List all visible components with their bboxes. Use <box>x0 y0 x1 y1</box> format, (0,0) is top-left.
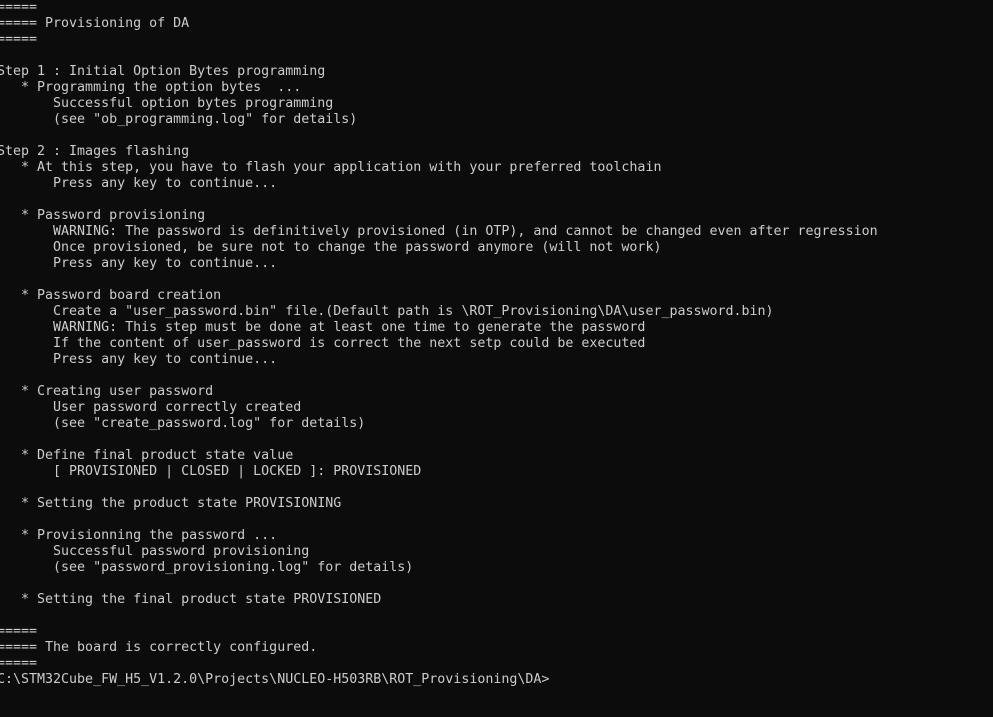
terminal-line: * Provisionning the password ... <box>0 528 278 543</box>
terminal-window[interactable]: ===== ===== Provisioning of DA ===== Step … <box>0 0 993 717</box>
terminal-line: (see "ob_programming.log" for details) <box>0 112 358 127</box>
terminal-line: Successful option bytes programming <box>0 96 334 111</box>
terminal-line: * Setting the product state PROVISIONING <box>0 496 342 511</box>
terminal-line: Step 1 : Initial Option Bytes programmin… <box>0 64 326 79</box>
terminal-line: * Programming the option bytes ... <box>0 80 302 95</box>
terminal-line: Once provisioned, be sure not to change … <box>0 240 662 255</box>
terminal-line: Press any key to continue... <box>0 176 278 191</box>
terminal-line: ===== Provisioning of DA <box>0 16 190 31</box>
terminal-line: Press any key to continue... <box>0 352 278 367</box>
terminal-line: Step 2 : Images flashing <box>0 144 190 159</box>
terminal-line: WARNING: This step must be done at least… <box>0 320 646 335</box>
terminal-line: (see "create_password.log" for details) <box>0 416 366 431</box>
terminal-line: * At this step, you have to flash your a… <box>0 160 662 175</box>
terminal-line: ===== <box>0 656 38 671</box>
terminal-line: If the content of user_password is corre… <box>0 336 646 351</box>
terminal-line: ===== The board is correctly configured. <box>0 640 318 655</box>
terminal-line: ===== <box>0 624 38 639</box>
terminal-line: C:\STM32Cube_FW_H5_V1.2.0\Projects\NUCLE… <box>0 672 550 687</box>
console-output-text: ===== ===== Provisioning of DA ===== Step … <box>0 0 993 688</box>
terminal-line: * Define final product state value <box>0 448 294 463</box>
terminal-line: * Setting the final product state PROVIS… <box>0 592 382 607</box>
terminal-line: User password correctly created <box>0 400 302 415</box>
terminal-line: * Password provisioning <box>0 208 206 223</box>
terminal-line: Press any key to continue... <box>0 256 278 271</box>
terminal-line: WARNING: The password is definitively pr… <box>0 224 878 239</box>
terminal-line: ===== <box>0 32 38 47</box>
terminal-line: * Creating user password <box>0 384 214 399</box>
terminal-line: ===== <box>0 0 38 15</box>
terminal-line: * Password board creation <box>0 288 222 303</box>
terminal-line: [ PROVISIONED | CLOSED | LOCKED ]: PROVI… <box>0 464 422 479</box>
terminal-line: (see "password_provisioning.log" for det… <box>0 560 414 575</box>
terminal-line: Create a "user_password.bin" file.(Defau… <box>0 304 774 319</box>
terminal-line: Successful password provisioning <box>0 544 310 559</box>
